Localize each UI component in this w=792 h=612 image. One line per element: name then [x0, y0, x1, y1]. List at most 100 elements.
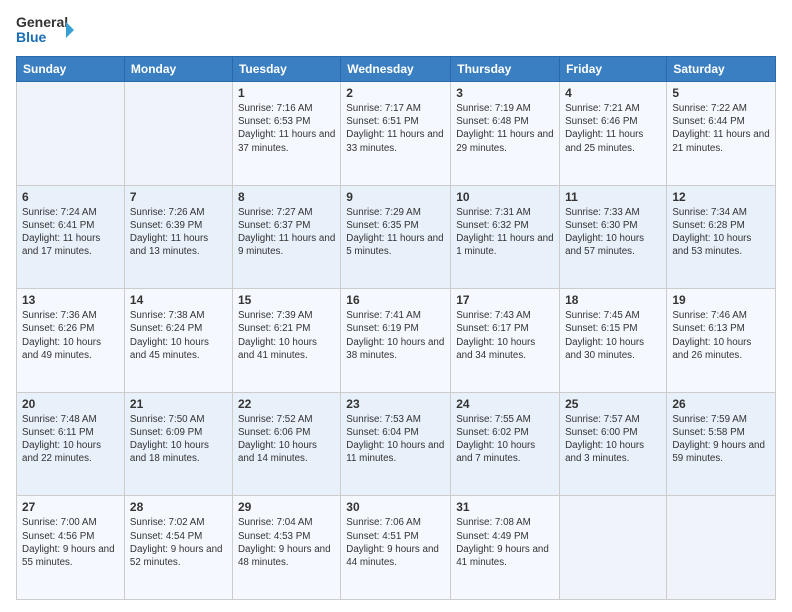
calendar-cell: 26 Sunrise: 7:59 AM Sunset: 5:58 PM Dayli… [667, 392, 776, 496]
day-header-thursday: Thursday [451, 57, 560, 82]
day-number: 22 [238, 397, 335, 411]
day-info: Sunrise: 7:53 AM Sunset: 6:04 PM Dayligh… [346, 413, 445, 466]
calendar-cell [17, 82, 125, 186]
day-info: Sunrise: 7:26 AM Sunset: 6:39 PM Dayligh… [130, 206, 227, 259]
day-number: 26 [672, 397, 770, 411]
day-info: Sunrise: 7:50 AM Sunset: 6:09 PM Dayligh… [130, 413, 227, 466]
day-number: 14 [130, 293, 227, 307]
calendar-cell: 5 Sunrise: 7:22 AM Sunset: 6:44 PM Daylig… [667, 82, 776, 186]
calendar-cell: 20 Sunrise: 7:48 AM Sunset: 6:11 PM Dayli… [17, 392, 125, 496]
day-info: Sunrise: 7:08 AM Sunset: 4:49 PM Dayligh… [456, 516, 554, 569]
day-info: Sunrise: 7:06 AM Sunset: 4:51 PM Dayligh… [346, 516, 445, 569]
calendar-cell: 21 Sunrise: 7:50 AM Sunset: 6:09 PM Dayli… [124, 392, 232, 496]
day-number: 4 [565, 86, 661, 100]
day-number: 21 [130, 397, 227, 411]
day-number: 2 [346, 86, 445, 100]
day-number: 12 [672, 190, 770, 204]
day-number: 13 [22, 293, 119, 307]
calendar-cell: 17Sunrise: 7:43 AM Sunset: 6:17 PM Dayli… [451, 289, 560, 393]
day-info: Sunrise: 7:31 AM Sunset: 6:32 PM Dayligh… [456, 206, 554, 259]
calendar-cell: 29 Sunrise: 7:04 AM Sunset: 4:53 PM Dayli… [232, 496, 340, 600]
day-info: Sunrise: 7:39 AM Sunset: 6:21 PM Dayligh… [238, 309, 335, 362]
calendar-cell: 11 Sunrise: 7:33 AM Sunset: 6:30 PM Dayli… [560, 185, 667, 289]
day-number: 28 [130, 500, 227, 514]
day-info: Sunrise: 7:27 AM Sunset: 6:37 PM Dayligh… [238, 206, 335, 259]
day-number: 15 [238, 293, 335, 307]
day-number: 25 [565, 397, 661, 411]
calendar-cell: 30 Sunrise: 7:06 AM Sunset: 4:51 PM Dayli… [341, 496, 451, 600]
day-info: Sunrise: 7:29 AM Sunset: 6:35 PM Dayligh… [346, 206, 445, 259]
day-number: 23 [346, 397, 445, 411]
week-row-3: 13 Sunrise: 7:36 AM Sunset: 6:26 PM Dayli… [17, 289, 776, 393]
week-row-5: 27 Sunrise: 7:00 AM Sunset: 4:56 PM Dayli… [17, 496, 776, 600]
day-number: 10 [456, 190, 554, 204]
calendar-cell: 25 Sunrise: 7:57 AM Sunset: 6:00 PM Dayli… [560, 392, 667, 496]
day-info: Sunrise: 7:55 AM Sunset: 6:02 PM Dayligh… [456, 413, 554, 466]
day-header-saturday: Saturday [667, 57, 776, 82]
day-number: 31 [456, 500, 554, 514]
calendar-cell: 24 Sunrise: 7:55 AM Sunset: 6:02 PM Dayli… [451, 392, 560, 496]
day-number: 3 [456, 86, 554, 100]
day-info: Sunrise: 7:59 AM Sunset: 5:58 PM Dayligh… [672, 413, 770, 466]
calendar-cell: 27 Sunrise: 7:00 AM Sunset: 4:56 PM Dayli… [17, 496, 125, 600]
day-info: Sunrise: 7:24 AM Sunset: 6:41 PM Dayligh… [22, 206, 119, 259]
week-row-2: 6 Sunrise: 7:24 AM Sunset: 6:41 PM Daylig… [17, 185, 776, 289]
day-number: 6 [22, 190, 119, 204]
calendar-cell: 6 Sunrise: 7:24 AM Sunset: 6:41 PM Daylig… [17, 185, 125, 289]
day-number: 16 [346, 293, 445, 307]
day-header-friday: Friday [560, 57, 667, 82]
day-info: Sunrise: 7:57 AM Sunset: 6:00 PM Dayligh… [565, 413, 661, 466]
svg-text:General: General [16, 14, 68, 30]
day-number: 27 [22, 500, 119, 514]
day-info: Sunrise: 7:22 AM Sunset: 6:44 PM Dayligh… [672, 102, 770, 155]
day-number: 29 [238, 500, 335, 514]
calendar-cell: 2 Sunrise: 7:17 AM Sunset: 6:51 PM Daylig… [341, 82, 451, 186]
day-number: 19 [672, 293, 770, 307]
day-number: 30 [346, 500, 445, 514]
calendar-cell [560, 496, 667, 600]
day-info: Sunrise: 7:02 AM Sunset: 4:54 PM Dayligh… [130, 516, 227, 569]
calendar-cell [667, 496, 776, 600]
calendar-cell: 16 Sunrise: 7:41 AM Sunset: 6:19 PM Dayli… [341, 289, 451, 393]
days-header-row: SundayMondayTuesdayWednesdayThursdayFrid… [17, 57, 776, 82]
day-number: 5 [672, 86, 770, 100]
calendar-cell [124, 82, 232, 186]
day-info: Sunrise: 7:00 AM Sunset: 4:56 PM Dayligh… [22, 516, 119, 569]
day-header-wednesday: Wednesday [341, 57, 451, 82]
day-info: Sunrise: 7:38 AM Sunset: 6:24 PM Dayligh… [130, 309, 227, 362]
calendar-cell: 23 Sunrise: 7:53 AM Sunset: 6:04 PM Dayli… [341, 392, 451, 496]
day-info: Sunrise: 7:46 AM Sunset: 6:13 PM Dayligh… [672, 309, 770, 362]
day-info: Sunrise: 7:36 AM Sunset: 6:26 PM Dayligh… [22, 309, 119, 362]
day-header-tuesday: Tuesday [232, 57, 340, 82]
day-number: 20 [22, 397, 119, 411]
day-info: Sunrise: 7:17 AM Sunset: 6:51 PM Dayligh… [346, 102, 445, 155]
day-number: 18 [565, 293, 661, 307]
day-header-sunday: Sunday [17, 57, 125, 82]
day-number: 8 [238, 190, 335, 204]
calendar-cell: 15 Sunrise: 7:39 AM Sunset: 6:21 PM Dayli… [232, 289, 340, 393]
calendar-cell: 10 Sunrise: 7:31 AM Sunset: 6:32 PM Dayli… [451, 185, 560, 289]
day-number: 9 [346, 190, 445, 204]
day-number: 7 [130, 190, 227, 204]
day-number: 1 [238, 86, 335, 100]
day-info: Sunrise: 7:41 AM Sunset: 6:19 PM Dayligh… [346, 309, 445, 362]
logo-svg: GeneralBlue [16, 12, 76, 48]
calendar-cell: 18 Sunrise: 7:45 AM Sunset: 6:15 PM Dayli… [560, 289, 667, 393]
day-info: Sunrise: 7:16 AM Sunset: 6:53 PM Dayligh… [238, 102, 335, 155]
week-row-4: 20 Sunrise: 7:48 AM Sunset: 6:11 PM Dayli… [17, 392, 776, 496]
day-number: 11 [565, 190, 661, 204]
svg-text:Blue: Blue [16, 29, 47, 45]
calendar-cell: 8 Sunrise: 7:27 AM Sunset: 6:37 PM Daylig… [232, 185, 340, 289]
calendar-cell: 28 Sunrise: 7:02 AM Sunset: 4:54 PM Dayli… [124, 496, 232, 600]
day-info: Sunrise: 7:33 AM Sunset: 6:30 PM Dayligh… [565, 206, 661, 259]
calendar-cell: 14 Sunrise: 7:38 AM Sunset: 6:24 PM Dayli… [124, 289, 232, 393]
day-info: Sunrise: 7:21 AM Sunset: 6:46 PM Dayligh… [565, 102, 661, 155]
day-info: Sunrise: 7:45 AM Sunset: 6:15 PM Dayligh… [565, 309, 661, 362]
calendar-cell: 19 Sunrise: 7:46 AM Sunset: 6:13 PM Dayli… [667, 289, 776, 393]
day-info: Sunrise: 7:04 AM Sunset: 4:53 PM Dayligh… [238, 516, 335, 569]
day-info: Sunrise: 7:34 AM Sunset: 6:28 PM Dayligh… [672, 206, 770, 259]
day-number: 24 [456, 397, 554, 411]
calendar-cell: 9 Sunrise: 7:29 AM Sunset: 6:35 PM Daylig… [341, 185, 451, 289]
day-header-monday: Monday [124, 57, 232, 82]
day-info: Sunrise: 7:48 AM Sunset: 6:11 PM Dayligh… [22, 413, 119, 466]
